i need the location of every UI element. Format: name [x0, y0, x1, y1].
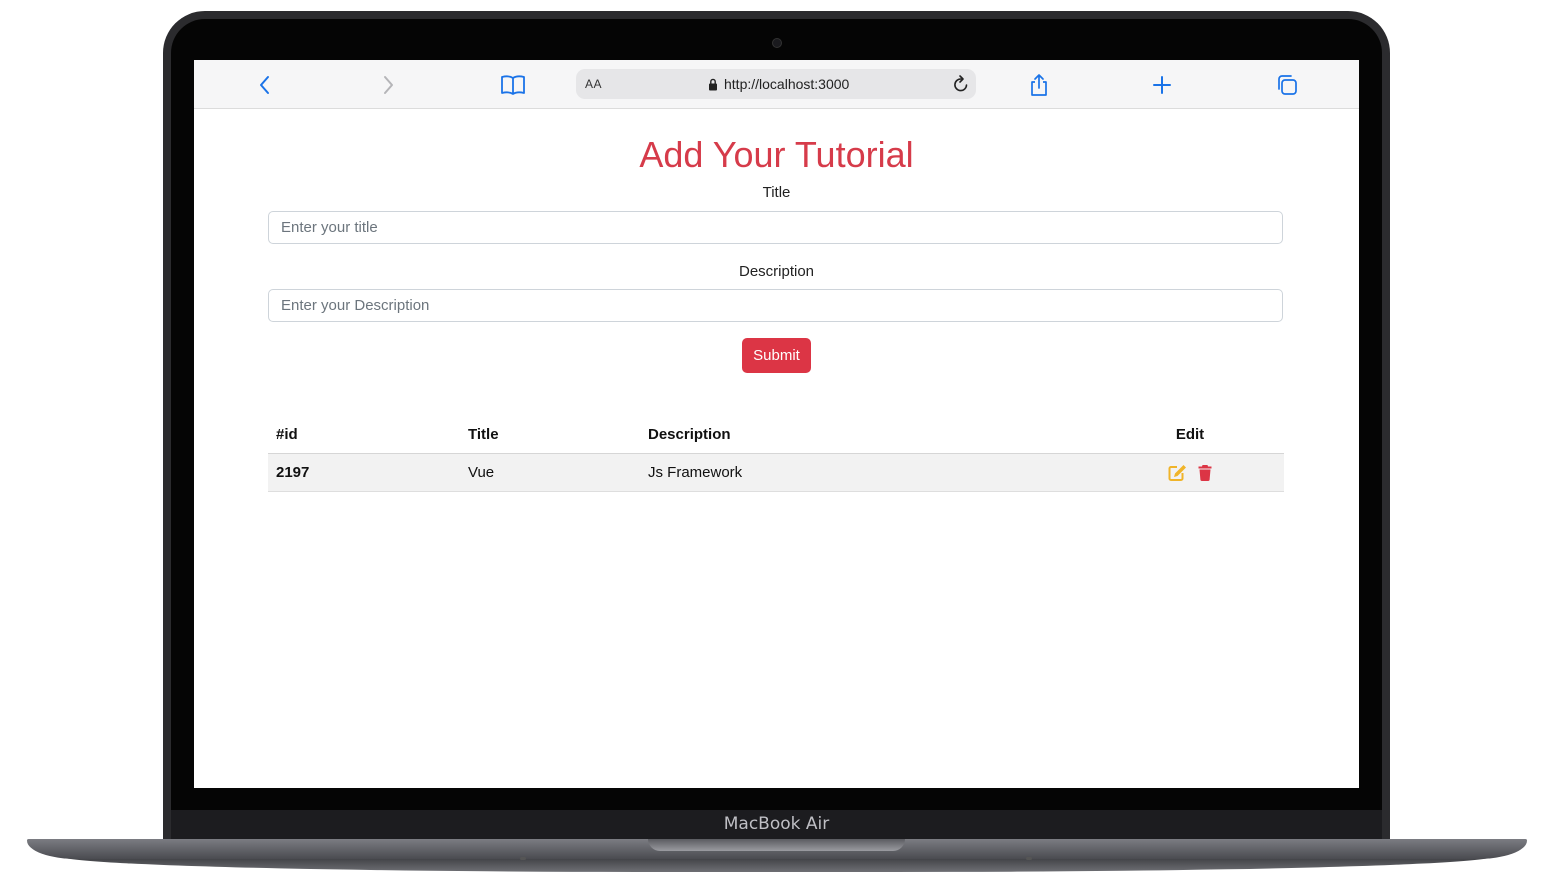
description-label: Description — [738, 263, 815, 280]
row-title-cell: Vue — [460, 453, 640, 492]
tabs-icon[interactable] — [1274, 72, 1300, 98]
share-icon[interactable] — [1026, 72, 1052, 98]
reload-icon[interactable] — [952, 74, 970, 94]
text-size-button[interactable]: AA — [585, 77, 602, 91]
table-row: 2197 Vue Js Framework — [268, 453, 1284, 492]
camera-icon — [772, 38, 782, 48]
submit-button[interactable]: Submit — [742, 338, 811, 373]
edit-icon[interactable] — [1168, 464, 1187, 482]
tutorials-table: #id Title Description Edit 2197 Vue Js F… — [268, 416, 1284, 492]
laptop-foot — [1026, 857, 1032, 860]
chevron-left-icon[interactable] — [252, 72, 278, 98]
browser-screen: AA http://localhost:3000 Add Your Tutori… — [194, 60, 1359, 788]
column-header-description: Description — [640, 416, 1096, 454]
plus-icon[interactable] — [1149, 72, 1175, 98]
address-bar[interactable]: AA http://localhost:3000 — [576, 69, 976, 99]
page-title: Add Your Tutorial — [639, 134, 914, 175]
row-description-cell: Js Framework — [640, 453, 1096, 492]
column-header-id: #id — [268, 416, 460, 454]
table-header-row: #id Title Description Edit — [268, 416, 1284, 454]
column-header-edit: Edit — [1096, 416, 1284, 454]
row-id-cell: 2197 — [268, 453, 460, 492]
description-input[interactable] — [268, 289, 1283, 322]
chevron-right-icon[interactable] — [375, 72, 401, 98]
laptop-foot — [520, 857, 526, 860]
row-actions-cell — [1096, 453, 1284, 492]
title-label: Title — [762, 184, 791, 201]
column-header-title: Title — [460, 416, 640, 454]
title-input[interactable] — [268, 211, 1283, 244]
lock-icon — [709, 78, 717, 91]
bookmarks-book-icon[interactable] — [500, 72, 526, 98]
laptop-notch — [648, 839, 905, 851]
laptop-model-label: MacBook Air — [723, 814, 830, 834]
browser-toolbar: AA http://localhost:3000 — [194, 60, 1359, 109]
url-text: http://localhost:3000 — [724, 76, 850, 92]
trash-icon[interactable] — [1198, 464, 1212, 482]
